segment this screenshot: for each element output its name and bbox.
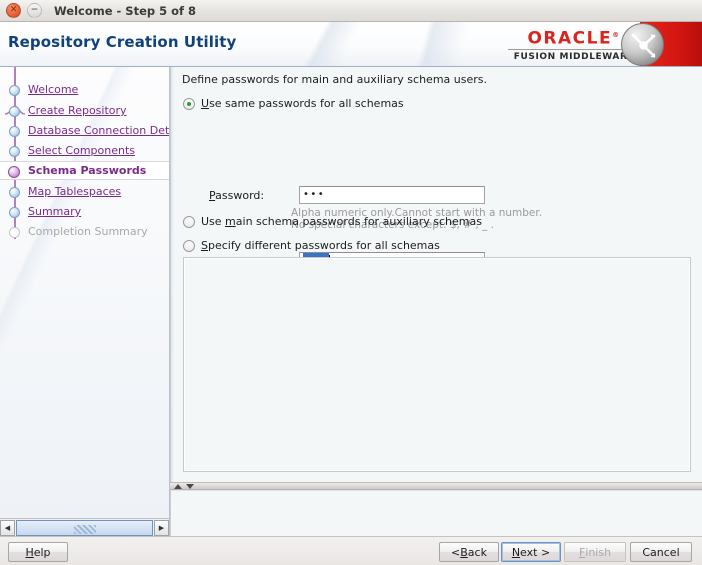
content-splitter[interactable] — [170, 482, 702, 490]
wizard-navigation: Welcome Create Repository Database Conne… — [0, 67, 170, 518]
app-banner: Repository Creation Utility ORACLE® FUSI… — [0, 22, 702, 67]
scrollbar-track[interactable] — [16, 519, 153, 536]
help-button[interactable]: Help — [8, 542, 68, 562]
sidebar-item-label: Create Repository — [28, 104, 127, 117]
wizard-button-bar: Help < Back Next > Finish Cancel — [0, 536, 702, 565]
message-log-panel — [170, 490, 702, 536]
radio-button-icon[interactable] — [183, 97, 195, 110]
minimize-icon[interactable]: − — [27, 3, 42, 18]
password-label: Password: — [209, 189, 265, 202]
sidebar-item-create-repository[interactable]: Create Repository — [0, 101, 169, 120]
nav-node-icon — [9, 227, 20, 238]
registered-mark: ® — [612, 31, 621, 39]
fusion-middleware-icon — [621, 23, 664, 66]
radio-use-main-schema-passwords[interactable]: Use main schema passwords for auxiliary … — [183, 215, 482, 228]
sidebar-item-map-tablespaces[interactable]: Map Tablespaces — [0, 182, 169, 201]
nav-node-icon — [9, 106, 20, 117]
logo-divider — [508, 48, 640, 50]
radio-use-same-passwords[interactable]: Use same passwords for all schemas — [183, 97, 404, 110]
sidebar-item-label: Schema Passwords — [28, 164, 147, 177]
sidebar-item-select-components[interactable]: Select Components — [0, 141, 169, 160]
password-input[interactable]: ••• — [299, 186, 485, 204]
window-title: Welcome - Step 5 of 8 — [54, 3, 197, 18]
sidebar-item-label: Select Components — [28, 144, 136, 157]
back-button[interactable]: < Back — [439, 542, 499, 562]
password-value: ••• — [303, 188, 326, 200]
sidebar-item-database-connection-details[interactable]: Database Connection Details — [0, 121, 170, 140]
sidebar-item-label: Welcome — [28, 83, 79, 96]
sidebar-item-label: Map Tablespaces — [28, 185, 122, 198]
sidebar-item-label: Summary — [28, 205, 82, 218]
finish-button: Finish — [564, 542, 626, 562]
radio-label: Specify different passwords for all sche… — [201, 239, 440, 252]
sidebar-item-schema-passwords[interactable]: Schema Passwords — [0, 161, 169, 180]
next-button[interactable]: Next > — [501, 542, 561, 562]
nav-node-icon — [9, 207, 20, 218]
radio-label: Use main schema passwords for auxiliary … — [201, 215, 482, 228]
sidebar-item-completion-summary: Completion Summary — [0, 222, 169, 241]
close-icon[interactable]: ✕ — [6, 3, 21, 18]
sidebar-item-summary[interactable]: Summary — [0, 202, 169, 221]
nav-node-icon — [9, 85, 20, 96]
main-content: Define passwords for main and auxiliary … — [170, 67, 702, 482]
scroll-left-arrow-icon[interactable]: ◀ — [0, 519, 15, 536]
nav-node-icon — [9, 146, 20, 157]
sidebar-item-welcome[interactable]: Welcome — [0, 80, 169, 99]
nav-node-icon — [9, 126, 20, 137]
cancel-button[interactable]: Cancel — [630, 542, 692, 562]
triangle-down-icon[interactable] — [186, 484, 194, 489]
schema-password-table-panel — [183, 257, 691, 472]
content-left-bevel — [171, 67, 174, 482]
nav-horizontal-scrollbar[interactable]: ◀ ▶ — [0, 518, 170, 536]
radio-button-icon[interactable] — [183, 239, 195, 252]
radio-label: Use same passwords for all schemas — [201, 97, 404, 110]
scrollbar-grip-icon — [73, 524, 96, 534]
rcu-window: ✕ − Welcome - Step 5 of 8 Repository Cre… — [0, 0, 702, 565]
scroll-right-arrow-icon[interactable]: ▶ — [154, 519, 169, 536]
nav-node-icon — [8, 166, 20, 178]
scrollbar-thumb[interactable] — [16, 519, 153, 536]
radio-button-icon[interactable] — [183, 215, 195, 228]
sidebar-item-label: Database Connection Details — [28, 124, 170, 137]
oracle-wordmark: ORACLE — [527, 28, 613, 49]
radio-specify-different-passwords[interactable]: Specify different passwords for all sche… — [183, 239, 440, 252]
page-title: Repository Creation Utility — [8, 33, 237, 51]
nav-node-icon — [9, 187, 20, 198]
oracle-subbrand: FUSION MIDDLEWARE — [513, 51, 635, 62]
sidebar-item-label: Completion Summary — [28, 225, 148, 238]
triangle-up-icon[interactable] — [174, 484, 182, 489]
window-titlebar: ✕ − Welcome - Step 5 of 8 — [0, 0, 702, 22]
instruction-text: Define passwords for main and auxiliary … — [182, 73, 487, 86]
